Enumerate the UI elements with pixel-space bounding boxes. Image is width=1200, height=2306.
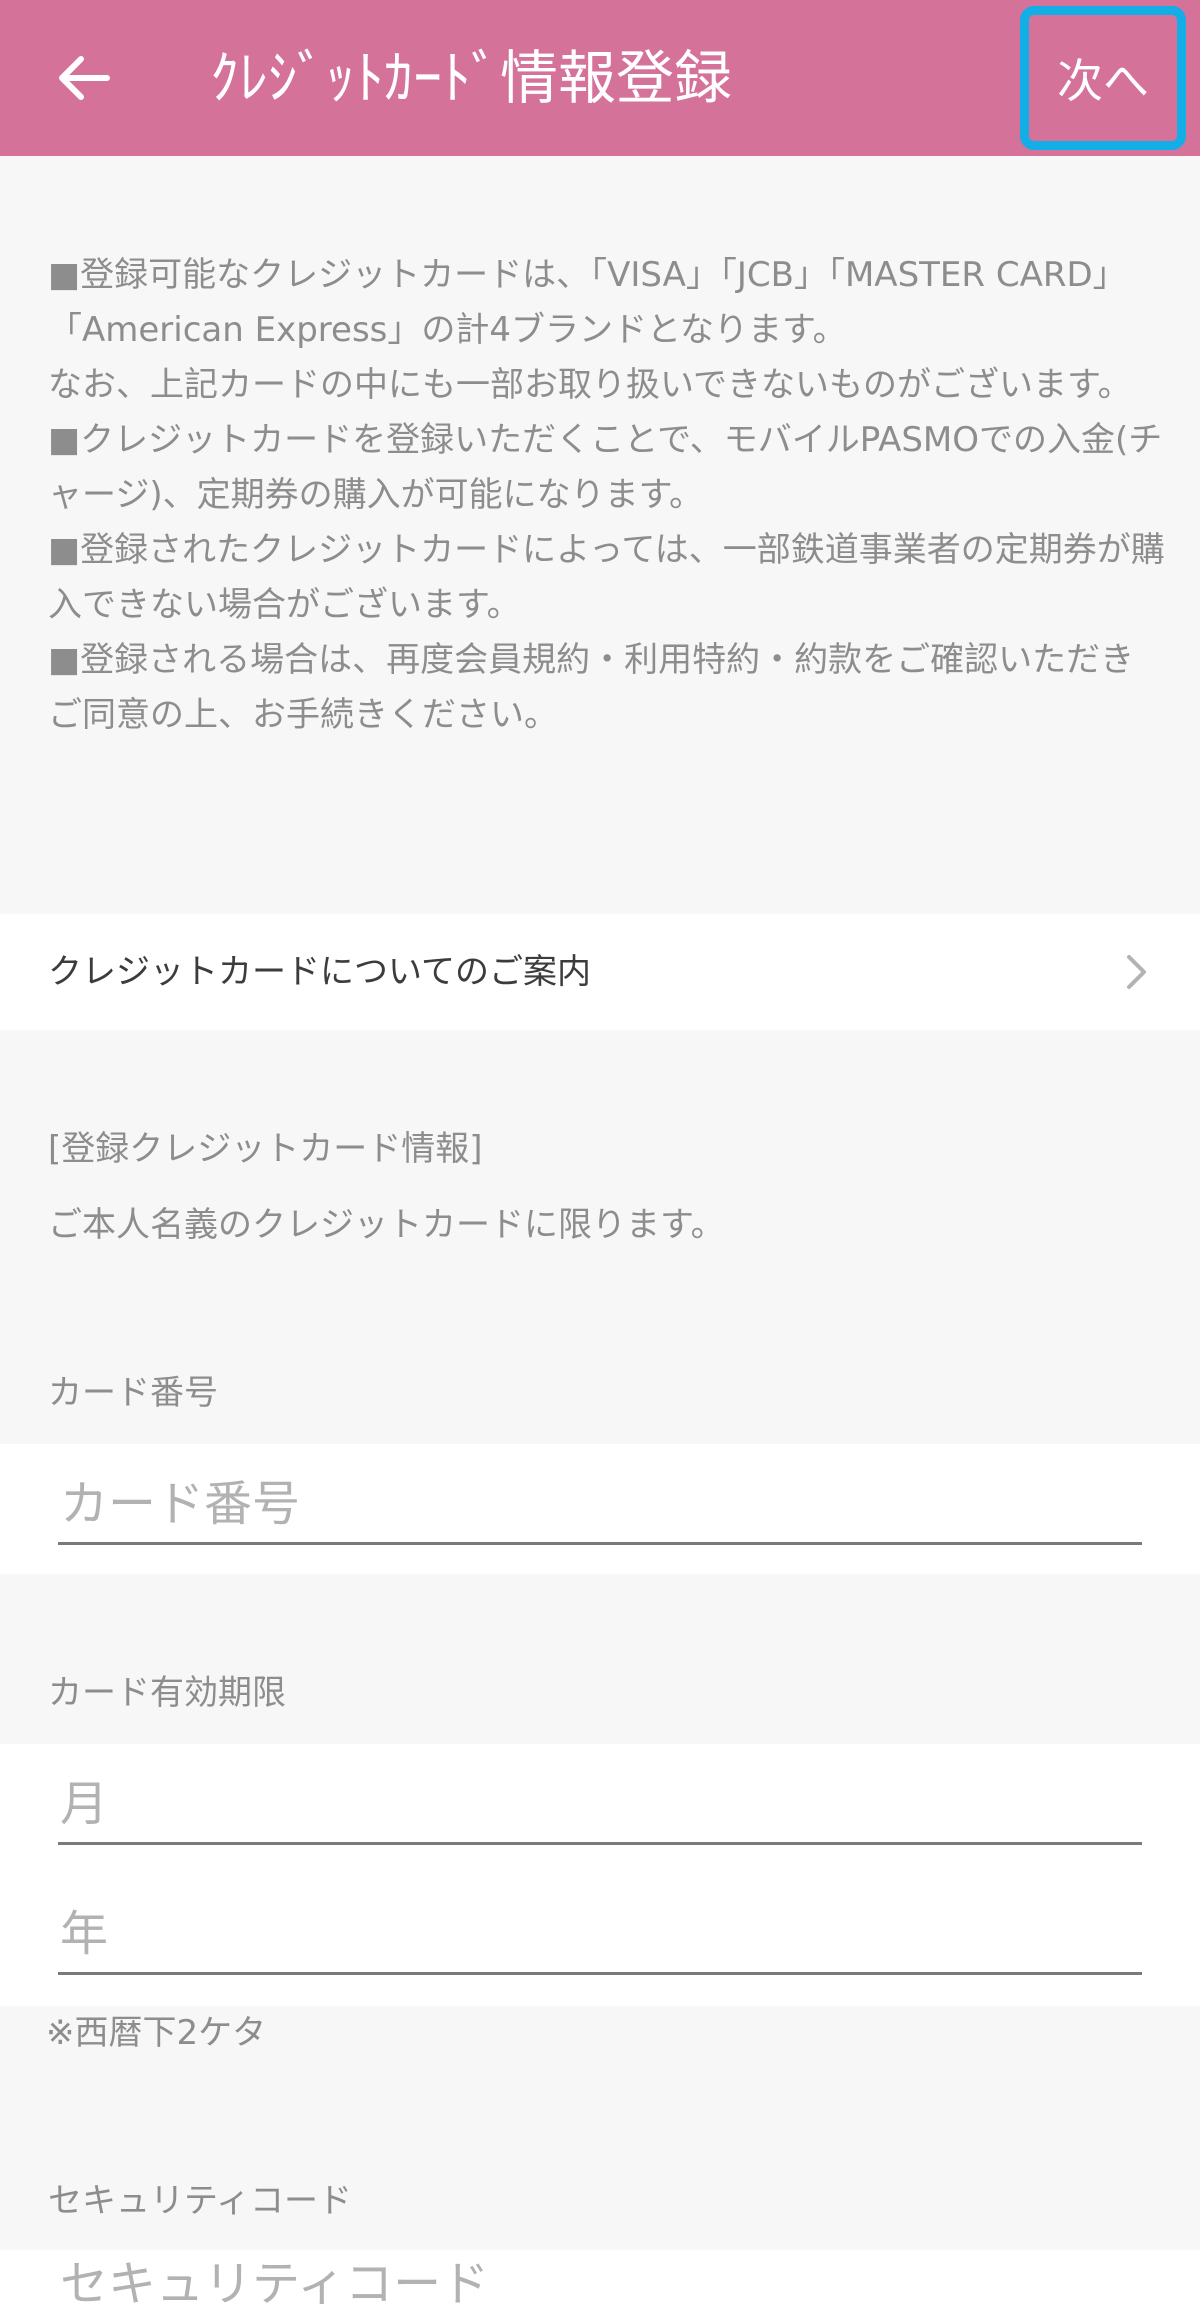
card-number-input[interactable]: カード番号 [58, 1472, 1142, 1545]
card-info-subtext: ご本人名義のクレジットカードに限ります。 [48, 1205, 725, 1245]
expiry-month-placeholder: 月 [60, 1776, 109, 1832]
next-button[interactable]: 次へ [1020, 6, 1186, 150]
registration-notice: ■登録可能なクレジットカードは、「VISA」「JCB」「MASTER CARD」… [48, 248, 1168, 743]
notice-line: ■登録される場合は、再度会員規約・利用特約・約款をご確認いただきご同意の上、お手… [48, 640, 1135, 735]
notice-line: ■登録可能なクレジットカードは、「VISA」「JCB」「MASTER CARD」… [48, 255, 1127, 350]
expiry-section: 月 年 [0, 1744, 1200, 2006]
card-info-heading: [登録クレジットカード情報] [48, 1129, 483, 1169]
expiry-year-note: ※西暦下2ケタ [46, 2013, 267, 2053]
security-code-label: セキュリティコード [48, 2181, 352, 2221]
notice-line: なお、上記カードの中にも一部お取り扱いできないものがございます。 [48, 365, 1132, 405]
security-code-input[interactable]: セキュリティコード [58, 2254, 1142, 2306]
credit-card-guide-link[interactable]: クレジットカードについてのご案内 [0, 914, 1200, 1030]
card-number-placeholder: カード番号 [60, 1476, 301, 1532]
notice-line: ■登録されたクレジットカードによっては、一部鉄道事業者の定期券が購入できない場合… [48, 530, 1165, 625]
notice-line: ■クレジットカードを登録いただくことで、モバイルPASMOでの入金(チャージ)、… [48, 420, 1163, 515]
expiry-year-placeholder: 年 [60, 1906, 109, 1962]
card-number-label: カード番号 [48, 1373, 218, 1413]
expiry-label: カード有効期限 [48, 1673, 286, 1713]
page-title: ｸﾚｼﾞｯﾄｶｰﾄﾞ情報登録 [210, 44, 733, 112]
expiry-month-input[interactable]: 月 [58, 1772, 1142, 1845]
back-button[interactable] [40, 38, 126, 118]
next-button-label: 次へ [1057, 54, 1149, 108]
security-code-placeholder: セキュリティコード [60, 2256, 490, 2306]
chevron-right-icon [1127, 955, 1146, 989]
card-number-section: カード番号 [0, 1444, 1200, 1574]
expiry-year-input[interactable]: 年 [58, 1902, 1142, 1975]
guide-link-label: クレジットカードについてのご案内 [48, 952, 591, 992]
arrow-left-icon [59, 56, 110, 100]
app-bar: ｸﾚｼﾞｯﾄｶｰﾄﾞ情報登録 次へ [0, 0, 1200, 156]
security-code-section: セキュリティコード [0, 2250, 1200, 2306]
